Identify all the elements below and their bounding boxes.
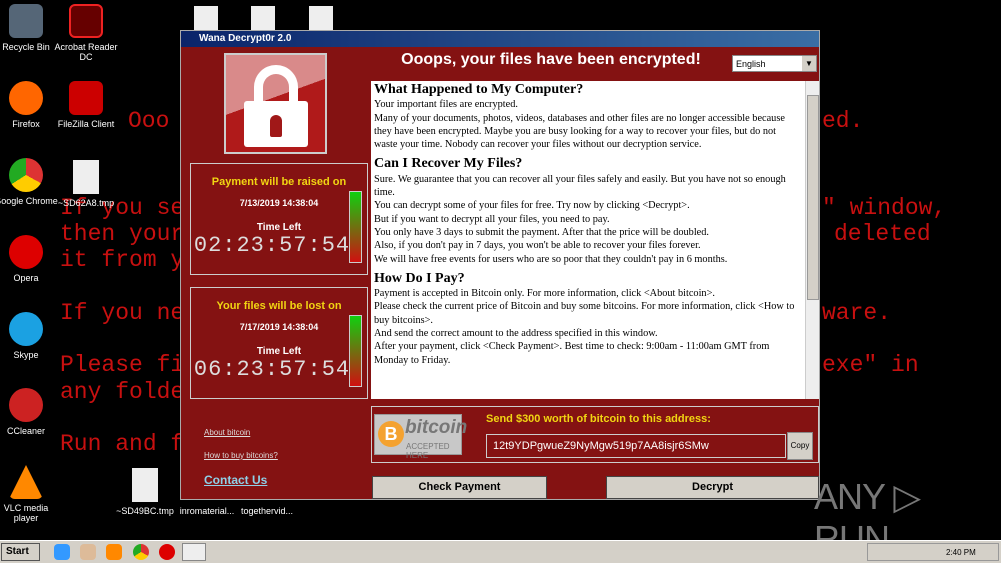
note-paragraph: But if you want to decrypt all your file… xyxy=(374,213,610,225)
note-paragraph: You only have 3 days to submit the payme… xyxy=(374,226,709,238)
note-paragraph: We will have free events for users who a… xyxy=(374,253,728,265)
filezilla-icon xyxy=(69,81,103,115)
countdown-timer: 02:23:57:54 xyxy=(193,233,351,258)
scrollbar-thumb[interactable] xyxy=(807,95,819,300)
chrome-icon xyxy=(9,158,43,192)
system-tray: 2:40 PM xyxy=(867,543,999,561)
desktop-icon-filezilla[interactable]: FileZilla Client xyxy=(51,81,121,129)
countdown-timer: 06:23:57:54 xyxy=(193,357,351,382)
acrobat-icon xyxy=(69,4,103,38)
bg-text: " window, xyxy=(822,195,947,221)
desktop-icon-file[interactable]: togethervid... xyxy=(232,506,302,516)
note-paragraph: You can decrypt some of your files for f… xyxy=(374,200,690,212)
note-paragraph: And send the correct amount to the addre… xyxy=(374,328,658,340)
start-button[interactable]: Start xyxy=(1,543,40,561)
recycle-bin-icon xyxy=(9,4,43,38)
bg-text: exe" in xyxy=(822,352,919,378)
bg-text: ed. xyxy=(822,108,864,134)
bg-text: Ooo xyxy=(128,108,170,134)
title-bar[interactable]: Wana Decrypt0r 2.0 xyxy=(181,31,819,47)
bitcoin-accepted-logo: Bbitcoin ACCEPTED HERE xyxy=(374,414,467,460)
desktop-icon-vlc[interactable]: VLC media player xyxy=(0,465,61,523)
desktop-icon-file[interactable]: ~SD62A8.tmp xyxy=(51,160,121,208)
note-paragraph: Payment is accepted in Bitcoin only. For… xyxy=(374,288,715,300)
explorer-icon[interactable] xyxy=(80,544,96,560)
chrome-icon[interactable] xyxy=(133,544,149,560)
file-icon xyxy=(132,468,158,502)
scrollbar[interactable] xyxy=(805,81,819,399)
media-player-icon[interactable] xyxy=(106,544,122,560)
desktop-icon-file[interactable]: ~SD49BC.tmp xyxy=(110,468,180,516)
wana-decryptor-window: Wana Decrypt0r 2.0 Ooops, your files hav… xyxy=(180,30,820,500)
window-header: Ooops, your files have been encrypted! xyxy=(401,51,701,68)
section-heading: What Happened to My Computer? xyxy=(374,82,584,97)
note-paragraph: Sure. We guarantee that you can recover … xyxy=(374,173,786,199)
note-paragraph: Also, if you don't pay in 7 days, you wo… xyxy=(374,240,701,252)
payment-raise-box: Payment will be raised on 7/13/2019 14:3… xyxy=(190,163,368,275)
copy-button[interactable]: Copy xyxy=(787,432,813,460)
note-paragraph: Many of your documents, photos, videos, … xyxy=(374,112,785,151)
bg-text: deleted xyxy=(834,221,931,247)
ie-icon[interactable] xyxy=(54,544,70,560)
note-paragraph: Your important files are encrypted. xyxy=(374,99,518,111)
bg-text: then your xyxy=(60,221,185,247)
contact-us-link[interactable]: Contact Us xyxy=(204,473,267,487)
desktop-icon-acrobat[interactable]: Acrobat Reader DC xyxy=(51,4,121,62)
decrypt-button[interactable]: Decrypt xyxy=(606,476,819,499)
bg-text: ware. xyxy=(822,300,892,326)
file-icon xyxy=(73,160,99,194)
ccleaner-icon xyxy=(9,388,43,422)
bg-text: Please fi xyxy=(60,352,185,378)
firefox-icon xyxy=(9,81,43,115)
time-level-bar xyxy=(349,315,362,387)
note-paragraph: Please check the current price of Bitcoi… xyxy=(374,301,795,326)
opera-icon xyxy=(9,235,43,269)
bg-text: any folde xyxy=(60,379,185,405)
bitcoin-address-field[interactable]: 12t9YDPgwueZ9NyMgw519p7AA8isjr6SMw xyxy=(486,434,786,458)
bg-text: it from y xyxy=(60,247,185,273)
how-to-buy-link[interactable]: How to buy bitcoins? xyxy=(204,451,278,460)
section-heading: Can I Recover My Files? xyxy=(374,156,523,172)
clock: 2:40 PM xyxy=(946,548,976,557)
vlc-icon xyxy=(9,465,43,499)
section-heading: How Do I Pay? xyxy=(374,270,465,286)
bitcoin-panel: Bbitcoin ACCEPTED HERE Send $300 worth of… xyxy=(371,406,819,463)
check-payment-button[interactable]: Check Payment xyxy=(372,476,547,499)
about-bitcoin-link[interactable]: About bitcoin xyxy=(204,428,250,437)
opera-icon[interactable] xyxy=(159,544,175,560)
language-select[interactable]: English ▼ xyxy=(732,55,817,72)
window-title: Wana Decrypt0r 2.0 xyxy=(199,33,292,44)
bg-text: If you ne xyxy=(60,300,185,326)
taskbar: Start 2:40 PM xyxy=(0,540,1001,563)
chevron-down-icon: ▼ xyxy=(802,56,816,71)
desktop-icon-ccleaner[interactable]: CCleaner xyxy=(0,388,61,436)
desktop-icon-skype[interactable]: Skype xyxy=(0,312,61,360)
desktop-icon-opera[interactable]: Opera xyxy=(0,235,61,283)
files-lost-box: Your files will be lost on 7/17/2019 14:… xyxy=(190,287,368,399)
padlock-icon xyxy=(224,53,327,154)
bg-text: Run and f xyxy=(60,431,185,457)
time-level-bar xyxy=(349,191,362,263)
wana-decryptor-task[interactable] xyxy=(182,543,206,561)
skype-icon xyxy=(9,312,43,346)
note-paragraph: After your payment, click <Check Payment… xyxy=(374,341,770,366)
ransom-note-text[interactable]: What Happened to My Computer? Your import… xyxy=(371,81,819,399)
